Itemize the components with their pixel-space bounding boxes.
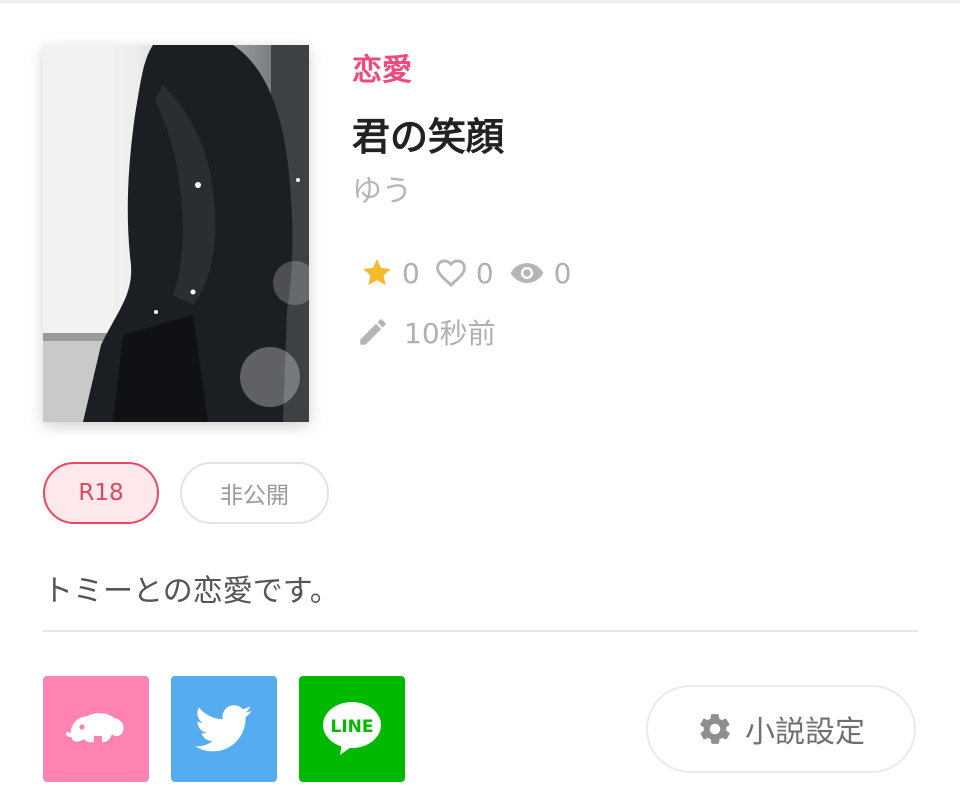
last-updated: 10秒前: [356, 312, 496, 352]
line-logo-icon: LINE: [323, 702, 381, 755]
r18-tag: R18: [43, 462, 159, 524]
share-mamma-button[interactable]: [43, 676, 149, 782]
stats-row: 0 0 0: [360, 255, 585, 291]
line-logo-text: LINE: [331, 717, 374, 737]
pencil-icon: [360, 319, 386, 345]
eye-icon: [510, 263, 543, 283]
author-name[interactable]: ゆう: [352, 166, 412, 210]
novel-settings-label: 小説設定: [745, 715, 865, 750]
star-count-value: 0: [402, 256, 420, 290]
star-count: 0: [360, 256, 420, 290]
like-count: 0: [434, 256, 494, 290]
section-divider: [43, 630, 918, 632]
cover-image[interactable]: [43, 45, 309, 422]
twitter-bird-icon: [195, 705, 252, 752]
last-updated-text: 10秒前: [404, 317, 496, 350]
novel-description: トミーとの恋愛です。: [43, 574, 340, 609]
heart-outline-icon: [435, 259, 466, 287]
star-icon: [363, 259, 391, 286]
cover-illustration: [43, 45, 309, 422]
genre-label[interactable]: 恋愛: [352, 45, 412, 89]
novel-title: 君の笑顔: [352, 115, 505, 159]
share-twitter-button[interactable]: [171, 676, 277, 782]
gear-icon: [700, 714, 730, 744]
like-count-value: 0: [475, 256, 494, 290]
view-count: 0: [508, 256, 572, 290]
novel-settings-button[interactable]: 小説設定: [646, 685, 916, 773]
elephant-icon: [66, 713, 124, 743]
share-line-button[interactable]: LINE: [299, 676, 405, 782]
top-divider: [0, 0, 960, 3]
visibility-tag: 非公開: [180, 462, 329, 524]
view-count-value: 0: [553, 256, 572, 290]
